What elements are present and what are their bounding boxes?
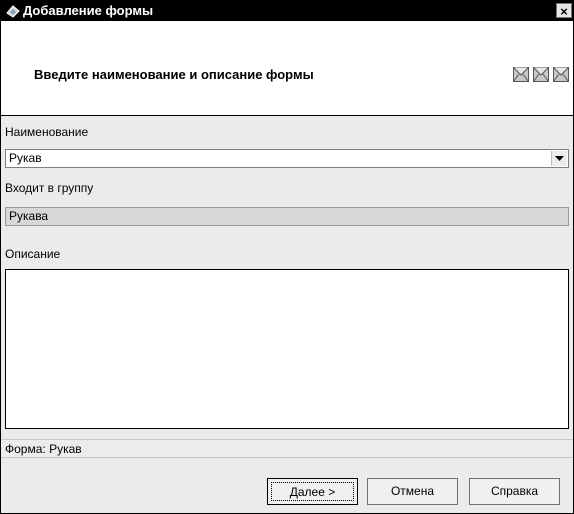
- next-button[interactable]: Далее >: [267, 478, 358, 505]
- group-value: Рукава: [9, 209, 49, 223]
- name-value: Рукав: [9, 151, 42, 165]
- name-label: Наименование: [5, 125, 89, 139]
- header-instruction: Введите наименование и описание формы: [34, 67, 314, 82]
- description-textarea[interactable]: [5, 269, 569, 429]
- close-button[interactable]: ×: [556, 3, 572, 19]
- dialog-window: Добавление формы × Введите наименование …: [0, 0, 574, 514]
- description-label: Описание: [5, 247, 61, 261]
- app-icon: [5, 3, 21, 19]
- status-text: Форма: Рукав: [5, 442, 82, 456]
- envelope-icon: [513, 67, 529, 82]
- wizard-header: Введите наименование и описание формы: [1, 21, 573, 116]
- envelope-icon: [553, 67, 569, 82]
- status-bar: Форма: Рукав: [1, 439, 573, 458]
- title-bar[interactable]: Добавление формы ×: [1, 1, 573, 21]
- cancel-button[interactable]: Отмена: [367, 478, 458, 505]
- envelope-icon: [533, 67, 549, 82]
- name-combobox[interactable]: Рукав: [5, 149, 569, 168]
- window-title: Добавление формы: [23, 3, 154, 18]
- group-label: Входит в группу: [5, 181, 94, 195]
- help-button[interactable]: Справка: [469, 478, 560, 505]
- dropdown-arrow-icon[interactable]: [551, 151, 567, 166]
- group-field: Рукава: [5, 207, 569, 226]
- next-button-label: Далее >: [271, 482, 354, 501]
